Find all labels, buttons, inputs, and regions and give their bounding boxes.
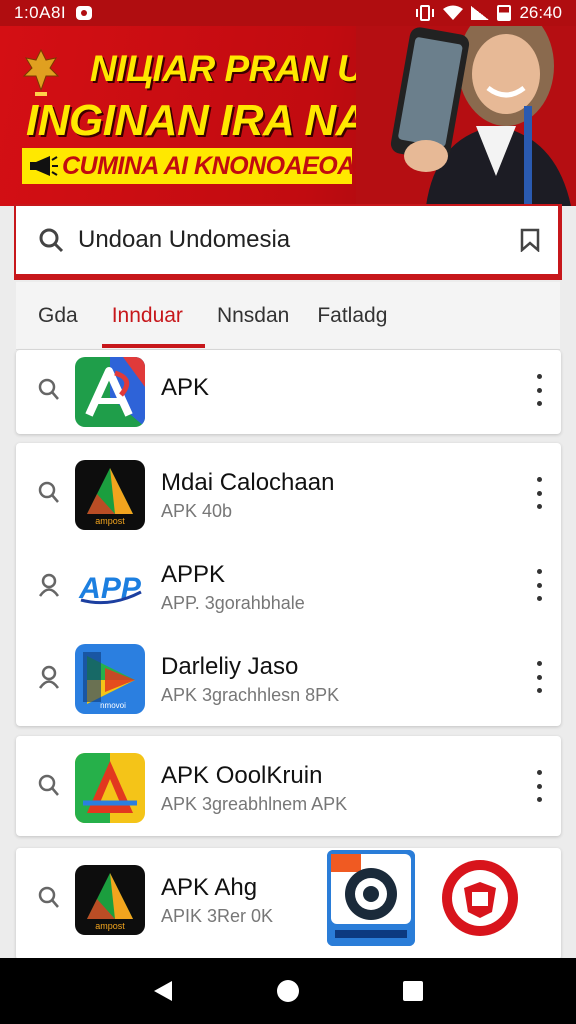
person-icon	[38, 665, 60, 689]
back-button[interactable]	[143, 971, 183, 1011]
more-options-icon[interactable]	[533, 569, 545, 601]
tab-nnsdan[interactable]: Nnsdan	[203, 282, 303, 350]
result-subtitle: APIK 3Rer 0K	[161, 906, 274, 926]
wifi-icon	[443, 5, 464, 20]
more-options-icon[interactable]	[533, 477, 545, 509]
home-button[interactable]	[268, 971, 308, 1011]
signal-icon	[471, 6, 490, 20]
search-input[interactable]: Undoan Undomesia	[16, 206, 558, 274]
search-history-icon	[38, 886, 59, 908]
app-icon-apk-ooolkruin	[75, 753, 145, 823]
banner-subheadline: CUMINA AI KNONOAEOASIA!	[22, 148, 403, 184]
battery-icon	[497, 5, 512, 21]
more-options-icon[interactable]	[533, 374, 545, 406]
result-card: ampost Mdai Calochaan APK 40b APP APPK A…	[16, 443, 561, 726]
person-icon	[38, 573, 60, 597]
app-icon-caption: nmovoi	[100, 701, 126, 710]
result-title: APK	[161, 374, 210, 401]
result-card: ampost APK Ahg APIK 3Rer 0K	[16, 848, 561, 960]
result-title: APPK	[161, 561, 226, 588]
result-subtitle: APK 40b	[161, 501, 233, 521]
result-subtitle: APK 3greabhlnem APK	[161, 794, 348, 814]
tab-gda[interactable]: Gda	[16, 282, 92, 350]
result-subtitle: APK 3grachhlesn 8PK	[161, 685, 340, 705]
promo-banner[interactable]: NIЦIAR PRAN UNDAIAN INGINAN IRA NAI!' CU…	[0, 26, 576, 206]
result-subtitle: APP. 3gorahbhale	[161, 593, 305, 613]
status-time: 1:0A8I	[14, 3, 67, 22]
garuda-emblem-icon	[22, 48, 60, 96]
tab-label: Gda	[38, 303, 78, 327]
search-container: Undoan Undomesia	[14, 204, 562, 280]
tab-label: Innduar	[111, 303, 183, 327]
list-item[interactable]: ampost Mdai Calochaan APK 40b	[16, 449, 561, 535]
banner-subheadline-text: CUMINA AI KNONOAEOASIA!	[62, 151, 403, 180]
app-icon-caption: ampost	[95, 516, 125, 526]
app-icon-appk: APP	[75, 552, 145, 622]
tab-label: Fatladg	[317, 303, 388, 327]
notification-icon	[76, 6, 93, 20]
camera-app-icon[interactable]	[327, 850, 415, 946]
more-options-icon[interactable]	[533, 770, 545, 802]
result-title: Darleliy Jaso	[161, 653, 299, 680]
result-title: APK OoolKruin	[161, 762, 323, 789]
search-history-icon	[38, 774, 59, 796]
status-bar: 1:0A8I 26:40	[0, 0, 576, 26]
list-item[interactable]: nmovoi Darleliy Jaso APK 3grachhlesn 8PK	[16, 633, 561, 719]
search-query-text: Undoan Undomesia	[78, 226, 291, 253]
result-title: Mdai Calochaan	[161, 469, 335, 496]
app-icon-caption: ampost	[95, 921, 125, 931]
more-options-icon[interactable]	[533, 661, 545, 693]
app-icon-darleliy: nmovoi	[75, 644, 145, 714]
search-icon	[39, 228, 64, 253]
status-icons: 26:40	[415, 3, 562, 23]
result-card: APK	[16, 350, 561, 434]
banner-headline-2: INGINAN IRA NAI!'	[26, 96, 403, 145]
list-item[interactable]: APK OoolKruin APK 3greabhlnem APK	[16, 742, 561, 828]
app-icon-apk-ahg: ampost	[75, 865, 145, 935]
vibrate-icon	[416, 5, 435, 21]
list-item[interactable]: APP APPK APP. 3gorahbhale	[16, 541, 561, 627]
red-seal-logo-icon[interactable]	[440, 858, 520, 938]
banner-person-image	[356, 26, 576, 206]
bookmark-icon[interactable]	[520, 228, 540, 252]
home-circle-icon	[276, 980, 299, 1002]
back-triangle-icon	[153, 981, 172, 1001]
tab-label: Nnsdan	[216, 303, 290, 327]
result-title: APK Ahg	[161, 874, 258, 901]
app-icon-mdai: ampost	[75, 460, 145, 530]
tab-bar: Gda Innduar Nnsdan Fatladg	[16, 282, 560, 350]
result-card: APK OoolKruin APK 3greabhlnem APK	[16, 736, 561, 836]
recents-square-icon	[403, 981, 424, 1001]
tab-innduar[interactable]: Innduar	[98, 282, 206, 350]
app-icon-apk	[75, 357, 145, 427]
list-item[interactable]: APK	[16, 346, 561, 432]
search-history-icon	[38, 378, 59, 400]
megaphone-icon	[28, 153, 58, 179]
tab-fatladg[interactable]: Fatladg	[303, 282, 401, 350]
search-history-icon	[38, 481, 59, 503]
recents-button[interactable]	[393, 971, 433, 1011]
system-nav-bar	[0, 958, 576, 1024]
status-right-text: 26:40	[519, 3, 562, 22]
